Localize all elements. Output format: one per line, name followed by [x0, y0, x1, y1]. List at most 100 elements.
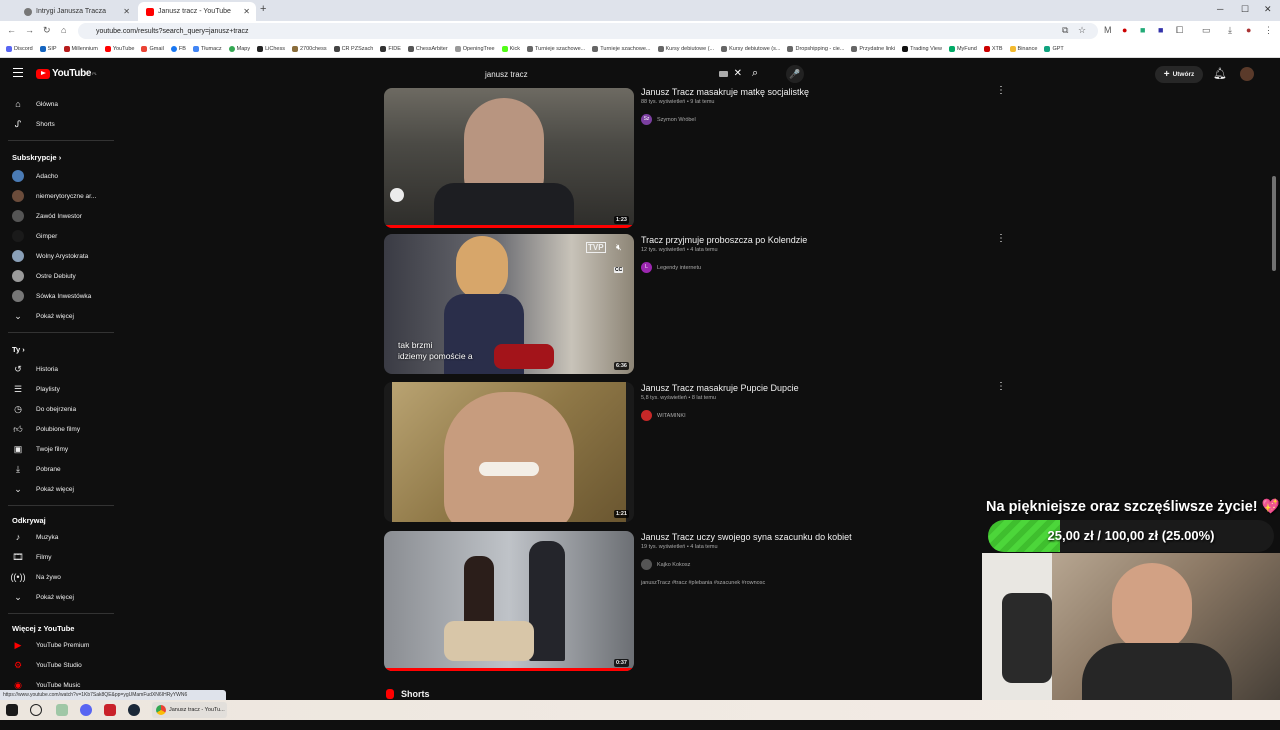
home-icon[interactable]: ⌂	[61, 25, 66, 35]
mute-icon[interactable]: 🔇︎	[616, 242, 622, 253]
search-input[interactable]: janusz tracz ✕	[478, 66, 748, 83]
bookmark-item[interactable]: YouTube	[104, 46, 134, 52]
sidebar-show-more-subs[interactable]: ⌄ Pokaż więcej	[12, 308, 74, 324]
extensions-puzzle-icon[interactable]: ⧠	[1176, 25, 1183, 36]
sidebar-item-subscription[interactable]: Wolny Arystokrata	[12, 248, 88, 264]
bookmark-item[interactable]: FB	[170, 46, 186, 52]
sidebar-item-films[interactable]: 🎞︎ Filmy	[12, 549, 51, 565]
close-tab-icon[interactable]: ✕	[243, 7, 250, 16]
close-tab-icon[interactable]: ✕	[123, 7, 130, 16]
bookmark-folder[interactable]: Turnieje szachowe...	[592, 46, 651, 52]
bookmark-item[interactable]: SIP	[39, 46, 57, 52]
account-avatar[interactable]	[1240, 67, 1254, 81]
bookmark-item[interactable]: FIDE	[380, 46, 401, 52]
bookmark-item[interactable]: MyFund	[948, 46, 977, 52]
sidebar-item-studio[interactable]: ⚙ YouTube Studio	[12, 657, 82, 673]
bookmark-item[interactable]: Kick	[501, 46, 520, 52]
video-title[interactable]: Janusz Tracz uczy swojego syna szacunku …	[641, 532, 852, 542]
sidebar-show-more-explore[interactable]: ⌄ Pokaż więcej	[12, 589, 74, 605]
bookmark-item[interactable]: Discord	[6, 46, 33, 52]
bookmark-item[interactable]: Trading View	[902, 46, 942, 52]
bookmark-item[interactable]: ChessArbiter	[407, 46, 448, 52]
sidebar-item-shorts[interactable]: ᔑ Shorts	[12, 116, 55, 132]
sidebar-item-subscription[interactable]: Zawód Inwestor	[12, 208, 82, 224]
gmail-extension-icon[interactable]: M	[1104, 25, 1112, 35]
bookmark-item[interactable]: Mapy	[228, 46, 250, 52]
video-thumbnail[interactable]: 1:23	[384, 88, 634, 228]
back-icon[interactable]: ←	[7, 25, 16, 35]
search-icon[interactable]	[30, 704, 42, 716]
video-title[interactable]: Janusz Tracz masakruje Pupcie Dupcie	[641, 383, 799, 393]
menu-kebab-icon[interactable]: ⋮	[1264, 25, 1273, 36]
reload-icon[interactable]: ↻	[43, 25, 51, 36]
more-actions-icon[interactable]: ⋮	[996, 381, 1006, 392]
new-tab-icon[interactable]: +	[260, 3, 266, 15]
video-thumbnail[interactable]: 0:37	[384, 531, 634, 671]
extension-icon[interactable]: ■	[1140, 25, 1145, 35]
sidebar-item-watch-later[interactable]: ◷ Do obejrzenia	[12, 401, 76, 417]
you-heading[interactable]: Ty ›	[12, 345, 25, 354]
bookmark-item[interactable]: LiChess	[257, 46, 285, 52]
bookmark-folder[interactable]: Kursy debiutowe (...	[657, 46, 714, 52]
more-actions-icon[interactable]: ⋮	[996, 233, 1006, 244]
bookmark-folder[interactable]: Przydatne linki	[851, 46, 895, 52]
forward-icon[interactable]: →	[25, 25, 34, 35]
subscriptions-heading[interactable]: Subskrypcje ›	[12, 153, 61, 162]
more-actions-icon[interactable]: ⋮	[996, 85, 1006, 96]
bookmark-item[interactable]: OpeningTree	[454, 46, 495, 52]
browser-tab-2[interactable]: Janusz tracz - YouTube ✕	[138, 2, 256, 21]
sidebar-item-playlists[interactable]: ☰ Playlisty	[12, 381, 60, 397]
sidebar-item-liked[interactable]: 👍︎ Polubione filmy	[12, 421, 80, 437]
extension-icon[interactable]: ■	[1158, 25, 1163, 35]
url-bar[interactable]: youtube.com/results?search_query=janusz+…	[78, 23, 1098, 39]
bookmark-folder[interactable]: Dropshipping - cie...	[787, 46, 844, 52]
sidebar-item-subscription[interactable]: Gimper	[12, 228, 57, 244]
maximize-icon[interactable]: ☐	[1241, 4, 1249, 15]
taskbar-chrome-window[interactable]: Janusz tracz - YouTu...	[152, 702, 227, 718]
keyboard-icon[interactable]	[719, 71, 728, 77]
channel-link[interactable]: Kajko Kokosz	[641, 559, 690, 570]
steam-icon[interactable]	[128, 704, 140, 716]
sidebar-item-subscription[interactable]: Sówka Inwestówka	[12, 288, 91, 304]
minimize-icon[interactable]: ─	[1217, 4, 1223, 14]
bookmark-item[interactable]: GPT	[1044, 46, 1064, 52]
sidebar-item-subscription[interactable]: Ostre Debiuty	[12, 268, 76, 284]
download-icon[interactable]: ⤓	[1228, 25, 1232, 36]
video-title[interactable]: Janusz Tracz masakruje matkę socjalistkę	[641, 87, 809, 97]
taskbar-app-icon[interactable]	[104, 704, 116, 716]
bookmark-item[interactable]: 2700chess	[291, 46, 327, 52]
hamburger-menu-icon[interactable]	[13, 68, 23, 77]
bookmark-item[interactable]: Gmail	[141, 46, 164, 52]
page-scrollbar-thumb[interactable]	[1272, 176, 1276, 271]
sidebar-item-home[interactable]: ⌂ Główna	[12, 96, 58, 112]
ublock-extension-icon[interactable]: ●	[1122, 25, 1127, 35]
sidebar-item-downloads[interactable]: ⤓ Pobrane	[12, 461, 61, 477]
video-thumbnail[interactable]: TVP 🔇︎ CC tak brzmi idziemy pomoście a 6…	[384, 234, 634, 374]
notifications-bell-icon[interactable]: 🔔︎	[1213, 67, 1227, 80]
closed-captions-icon[interactable]: CC	[614, 267, 624, 273]
taskbar-app-icon[interactable]	[56, 704, 68, 716]
bookmark-star-icon[interactable]: ☆	[1078, 25, 1086, 36]
close-window-icon[interactable]: ✕	[1264, 4, 1272, 15]
sidebar-item-premium[interactable]: ▶ YouTube Premium	[12, 637, 90, 653]
sidebar-item-history[interactable]: ↺ Historia	[12, 361, 58, 377]
video-thumbnail[interactable]: 1:21	[384, 382, 634, 522]
profile-avatar-icon[interactable]: ●	[1246, 25, 1251, 35]
clear-search-icon[interactable]: ✕	[734, 68, 742, 79]
youtube-logo[interactable]: YouTube PL	[36, 68, 97, 79]
bookmark-item[interactable]: CR PZSzach	[333, 46, 373, 52]
channel-link[interactable]: Sz Szymon Wróbel	[641, 114, 696, 125]
sidebar-item-music[interactable]: ♪ Muzyka	[12, 529, 59, 545]
sidepanel-icon[interactable]: ▭	[1202, 25, 1211, 36]
cast-icon[interactable]: ⧉	[1062, 25, 1068, 36]
microphone-icon[interactable]: 🎤	[786, 65, 804, 83]
sidebar-item-subscription[interactable]: Adacho	[12, 168, 58, 184]
start-icon[interactable]	[6, 704, 18, 716]
sidebar-show-more-you[interactable]: ⌄ Pokaż więcej	[12, 481, 74, 497]
bookmark-item[interactable]: Tłumacz	[192, 46, 222, 52]
channel-link[interactable]: L Legendy internetu	[641, 262, 701, 273]
channel-link[interactable]: WITAMINKI	[641, 410, 686, 421]
sidebar-item-live[interactable]: ((•)) Na żywo	[10, 569, 61, 585]
discord-icon[interactable]	[80, 704, 92, 716]
bookmark-item[interactable]: XTB	[983, 46, 1003, 52]
